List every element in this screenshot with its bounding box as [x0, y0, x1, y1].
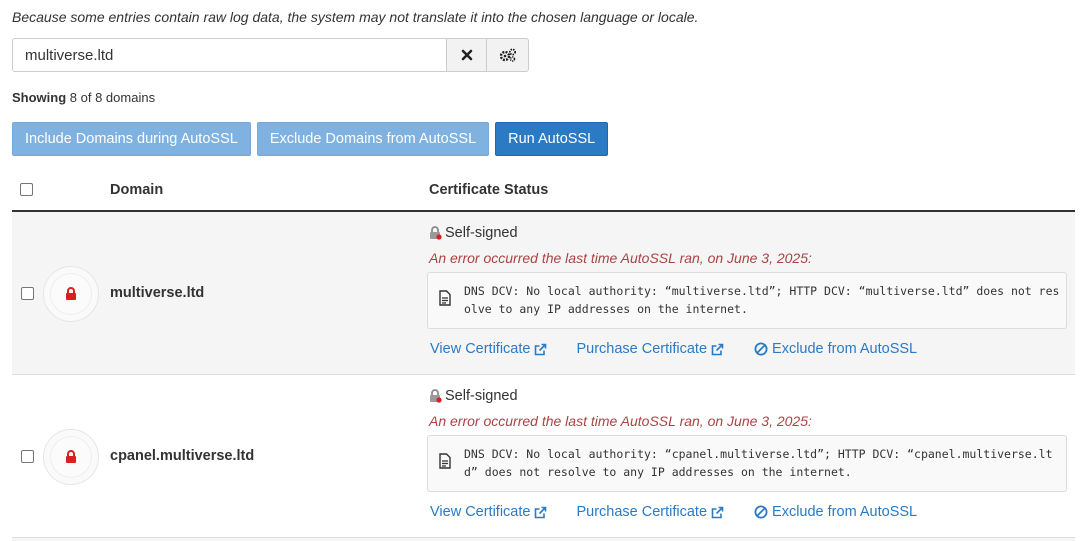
status-text: Self-signed: [445, 388, 518, 404]
view-certificate-link[interactable]: View Certificate: [430, 341, 547, 357]
purchase-certificate-label: Purchase Certificate: [576, 504, 708, 520]
error-message-box: DNS DCV: No local authority: “multiverse…: [427, 272, 1067, 329]
error-message: DNS DCV: No local authority: “multiverse…: [464, 284, 1060, 316]
row-checkbox[interactable]: [21, 450, 34, 463]
error-message: DNS DCV: No local authority: “cpanel.mul…: [464, 447, 1053, 479]
error-heading: An error occurred the last time AutoSSL …: [429, 250, 812, 266]
gears-icon: [499, 48, 516, 62]
showing-label: Showing: [12, 90, 67, 105]
error-message-box: DNS DCV: No local authority: “cpanel.mul…: [427, 435, 1067, 492]
lock-icon: [66, 287, 76, 300]
view-certificate-link[interactable]: View Certificate: [430, 504, 547, 520]
domain-name: multiverse.ltd: [110, 285, 205, 301]
showing-text: 8 of 8 domains: [69, 90, 156, 105]
document-icon: [439, 453, 451, 469]
include-domains-button[interactable]: Include Domains during AutoSSL: [12, 122, 251, 156]
row-actions: View Certificate Purchase Certificate Ex…: [430, 504, 917, 520]
exclude-label: Exclude from AutoSSL: [772, 341, 918, 357]
search-settings-button[interactable]: [486, 38, 529, 72]
select-all-checkbox[interactable]: [20, 183, 33, 196]
external-link-icon: [535, 506, 547, 518]
exclude-from-autossl-link[interactable]: Exclude from AutoSSL: [754, 341, 917, 357]
table-header: Domain Certificate Status: [12, 170, 1075, 212]
results-count: Showing 8 of 8 domains: [12, 90, 155, 105]
exclude-from-autossl-link[interactable]: Exclude from AutoSSL: [754, 504, 917, 520]
ssl-status-badge: [43, 266, 99, 322]
purchase-certificate-label: Purchase Certificate: [576, 341, 708, 357]
external-link-icon: [711, 343, 724, 355]
certificate-status: Self-signed: [429, 388, 518, 404]
ban-icon: [754, 505, 768, 519]
unverified-lock-icon: [430, 389, 442, 403]
error-heading: An error occurred the last time AutoSSL …: [429, 413, 812, 429]
lock-icon: [66, 450, 76, 463]
domain-name: cpanel.multiverse.ltd: [110, 448, 255, 464]
ban-icon: [754, 342, 768, 356]
row-actions: View Certificate Purchase Certificate Ex…: [430, 341, 917, 357]
purchase-certificate-link[interactable]: Purchase Certificate: [576, 341, 724, 357]
status-text: Self-signed: [445, 225, 518, 241]
exclude-label: Exclude from AutoSSL: [772, 504, 918, 520]
view-certificate-label: View Certificate: [430, 341, 531, 357]
status-column-header: Certificate Status: [429, 182, 549, 198]
exclude-domains-button[interactable]: Exclude Domains from AutoSSL: [256, 122, 490, 156]
table-row: cpanel.multiverse.ltd Self-signed An err…: [12, 375, 1075, 538]
domain-column-header: Domain: [110, 182, 164, 198]
search-bar: [12, 38, 529, 72]
ssl-status-badge: [43, 429, 99, 485]
row-checkbox[interactable]: [21, 287, 34, 300]
clear-search-button[interactable]: [446, 38, 487, 72]
external-link-icon: [535, 343, 547, 355]
search-input[interactable]: [12, 38, 447, 72]
unverified-lock-icon: [430, 226, 442, 240]
locale-notice: Because some entries contain raw log dat…: [12, 9, 699, 25]
certificate-status: Self-signed: [429, 225, 518, 241]
table-row: multiverse.ltd Self-signed An error occu…: [12, 212, 1075, 375]
external-link-icon: [711, 506, 724, 518]
action-buttons: Include Domains during AutoSSL Exclude D…: [12, 122, 609, 156]
view-certificate-label: View Certificate: [430, 504, 531, 520]
document-icon: [439, 290, 451, 306]
run-autossl-button[interactable]: Run AutoSSL: [495, 122, 609, 156]
next-row-edge: [12, 537, 1075, 541]
close-icon: [461, 49, 472, 61]
purchase-certificate-link[interactable]: Purchase Certificate: [576, 504, 724, 520]
